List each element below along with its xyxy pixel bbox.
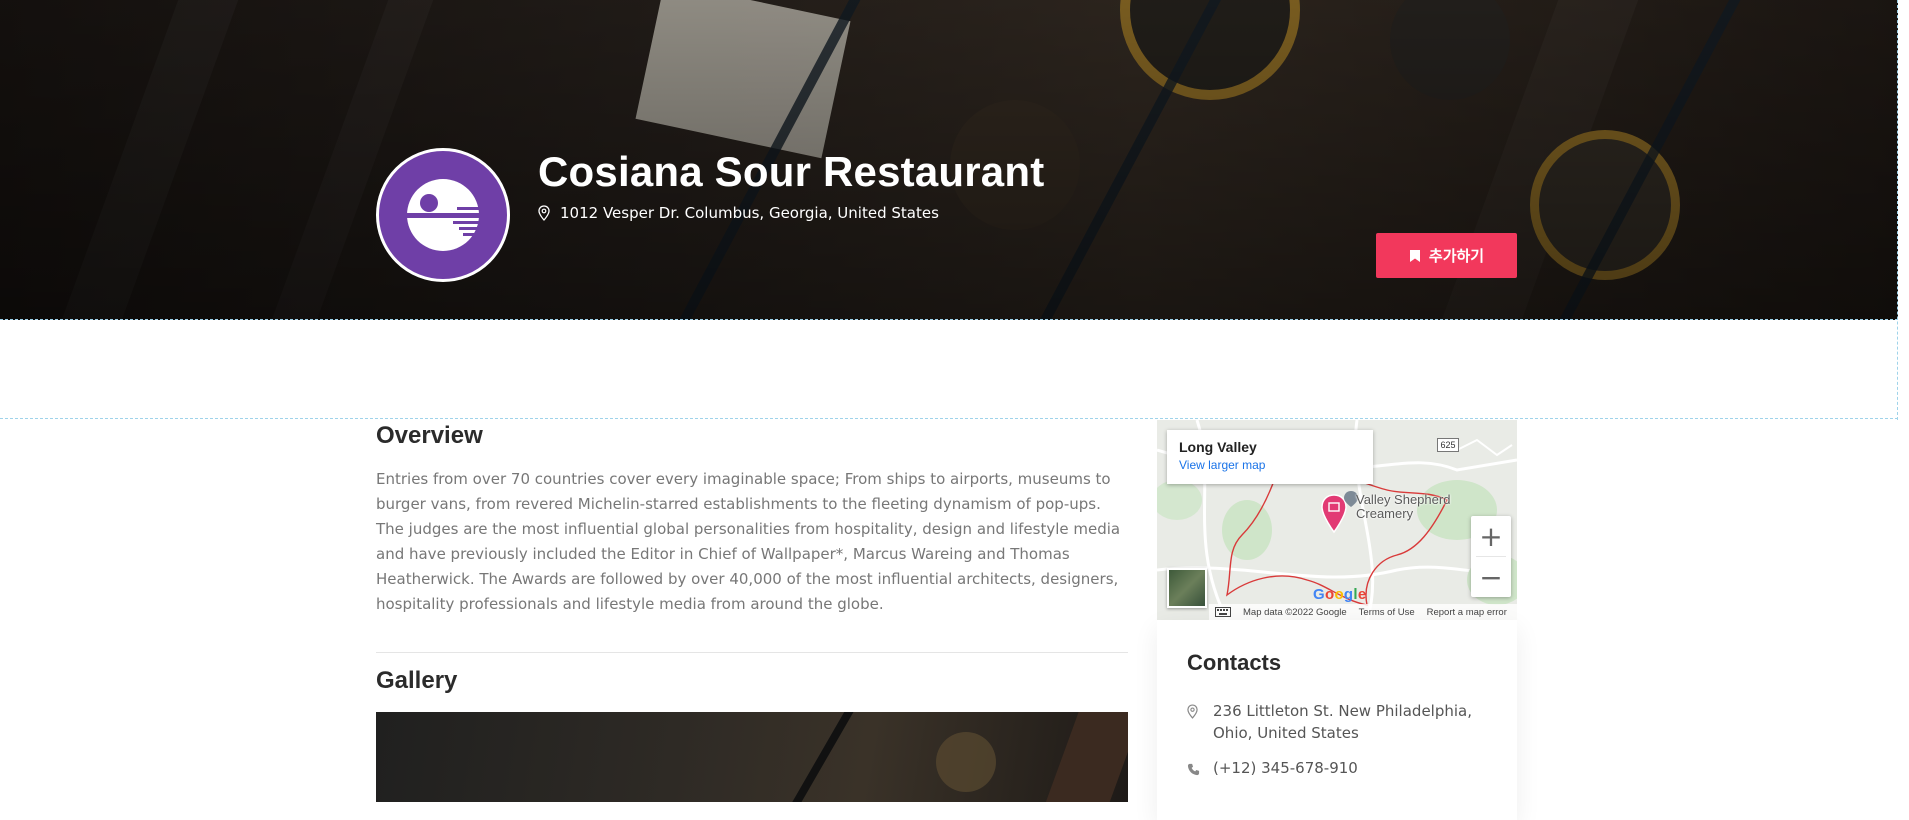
gallery-decor	[776, 712, 864, 802]
gallery-image[interactable]	[376, 712, 1128, 802]
gallery-decor	[936, 732, 996, 792]
restaurant-title: Cosiana Sour Restaurant	[538, 148, 1045, 195]
gallery-title: Gallery	[376, 667, 458, 694]
map-zoom-controls: + −	[1471, 516, 1511, 597]
bookmark-add-label: 추가하기	[1428, 247, 1485, 265]
google-logo-part: G	[1313, 586, 1325, 603]
map-info-card: Long Valley View larger map	[1167, 430, 1373, 484]
google-logo-part: g	[1343, 586, 1354, 603]
section-divider	[376, 652, 1128, 653]
satellite-toggle[interactable]	[1167, 568, 1207, 608]
overview-text: Entries from over 70 countries cover eve…	[376, 467, 1128, 617]
contacts-panel: Contacts 236 Littleton St. New Philadelp…	[1157, 620, 1517, 820]
map-terms-link[interactable]: Terms of Use	[1359, 607, 1415, 618]
overview-paragraph: Entries from over 70 countries cover eve…	[376, 470, 1111, 513]
route-shield: 625	[1437, 438, 1459, 452]
contact-address-line: 236 Littleton St. New Philadelphia,	[1213, 702, 1472, 720]
bookmark-icon	[1409, 249, 1420, 262]
location-pin-icon	[1187, 700, 1201, 744]
location-pin-icon	[538, 205, 550, 221]
contacts-title: Contacts	[1187, 650, 1282, 675]
restaurant-address-text: 1012 Vesper Dr. Columbus, Georgia, Unite…	[560, 204, 939, 222]
layout-guide	[0, 319, 1898, 320]
contact-address-line: Ohio, United States	[1213, 724, 1359, 742]
overview-paragraph: The judges are the most influential glob…	[376, 520, 1121, 613]
google-logo-part: e	[1357, 586, 1367, 603]
zoom-in-button[interactable]: +	[1471, 516, 1511, 556]
contact-address-text: 236 Littleton St. New Philadelphia, Ohio…	[1213, 700, 1472, 744]
map-marker-label: Valley Shepherd Creamery	[1356, 492, 1451, 521]
overview-title: Overview	[376, 422, 483, 449]
death-star-icon	[403, 179, 483, 251]
view-larger-map-link[interactable]: View larger map	[1179, 458, 1361, 472]
phone-icon	[1187, 757, 1201, 782]
keyboard-icon[interactable]	[1215, 607, 1231, 617]
layout-guide	[1897, 0, 1898, 420]
contact-phone: (+12) 345-678-910	[1187, 757, 1358, 782]
map-place-name: Long Valley	[1179, 439, 1257, 455]
restaurant-address: 1012 Vesper Dr. Columbus, Georgia, Unite…	[538, 204, 939, 222]
bookmark-add-button[interactable]: 추가하기	[1376, 233, 1517, 278]
google-logo: Google	[1313, 586, 1367, 603]
gallery-decor	[1043, 712, 1128, 802]
google-logo-part: o	[1334, 586, 1344, 603]
contact-phone-text[interactable]: (+12) 345-678-910	[1213, 757, 1358, 782]
map-embed[interactable]: 625 Valley Shepherd Creamery Long Valley…	[1157, 420, 1517, 620]
contact-address: 236 Littleton St. New Philadelphia, Ohio…	[1187, 700, 1472, 744]
zoom-out-button[interactable]: −	[1471, 557, 1511, 597]
map-report-link[interactable]: Report a map error	[1427, 607, 1507, 618]
map-footer: Map data ©2022 Google Terms of Use Repor…	[1209, 604, 1517, 620]
restaurant-logo	[376, 148, 510, 282]
map-data-credit: Map data ©2022 Google	[1243, 606, 1347, 618]
layout-guide	[0, 418, 1898, 419]
